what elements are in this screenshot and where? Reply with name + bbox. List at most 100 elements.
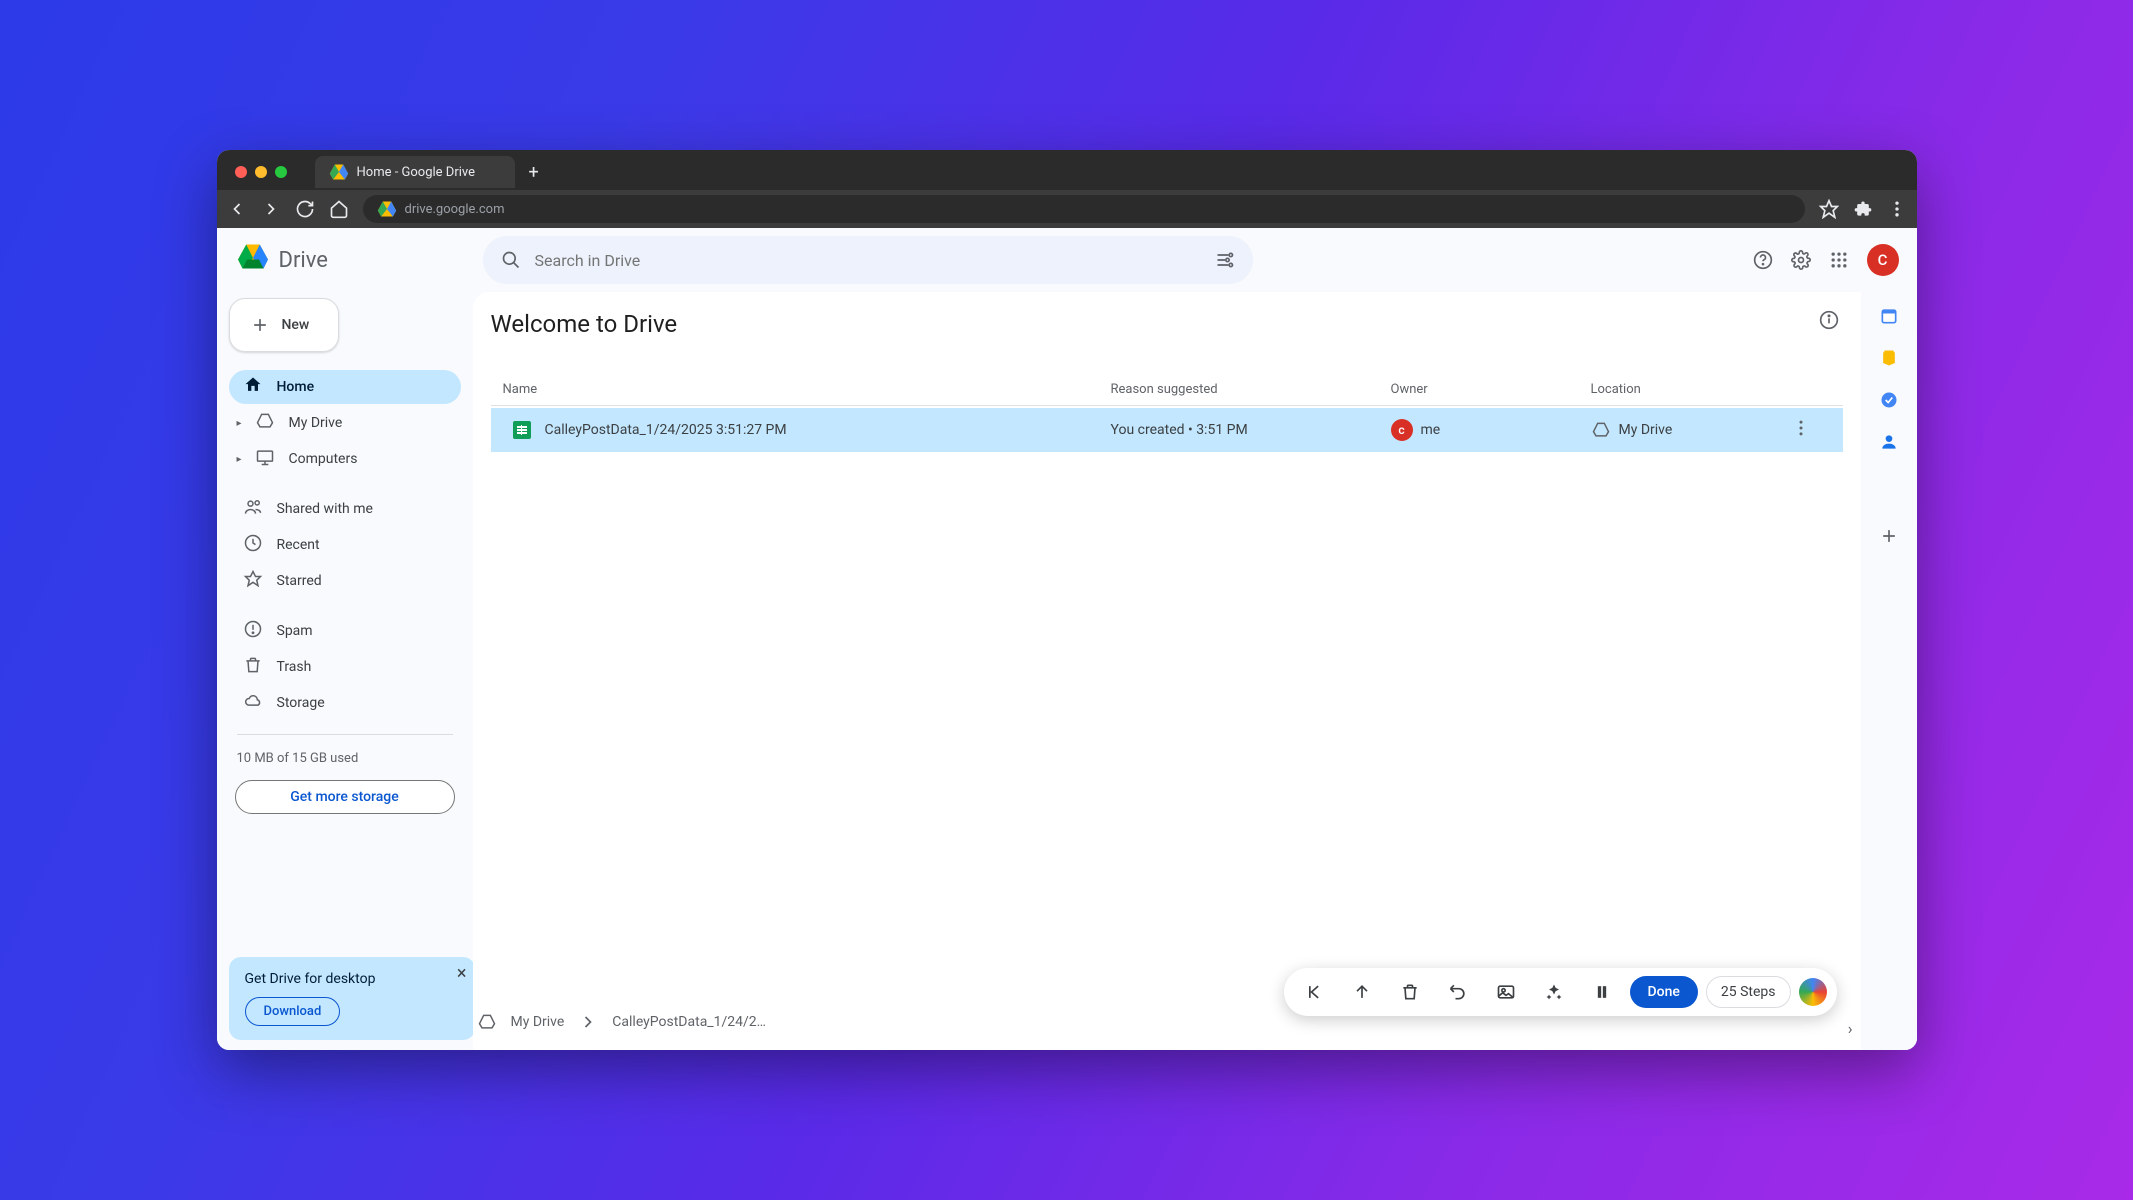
contacts-addon-icon[interactable] xyxy=(1879,432,1899,452)
browser-window: Home - Google Drive + drive.google.com D… xyxy=(217,150,1917,1050)
new-tab-button[interactable]: + xyxy=(529,162,539,183)
help-icon[interactable] xyxy=(1753,250,1773,270)
owner-name: me xyxy=(1421,422,1441,438)
sidebar-item-shared[interactable]: Shared with me xyxy=(229,492,461,526)
sidebar-item-label: Storage xyxy=(277,695,325,711)
sheets-file-icon xyxy=(513,421,531,439)
card-title: Get Drive for desktop xyxy=(245,971,459,987)
settings-gear-icon[interactable] xyxy=(1791,250,1811,270)
keep-addon-icon[interactable] xyxy=(1879,348,1899,368)
col-location: Location xyxy=(1591,382,1791,397)
breadcrumb-root[interactable]: My Drive xyxy=(511,1014,565,1030)
expand-chevron-icon[interactable]: ▸ xyxy=(237,418,247,429)
site-lock-icon xyxy=(377,199,397,219)
table-row[interactable]: CalleyPostData_1/24/2025 3:51:27 PM You … xyxy=(491,408,1843,452)
url-bar-right xyxy=(1819,199,1907,219)
location-cell[interactable]: My Drive xyxy=(1591,420,1791,440)
row-more-button[interactable] xyxy=(1791,418,1831,442)
trash-icon xyxy=(243,655,263,679)
reload-button[interactable] xyxy=(295,199,315,219)
browser-tab[interactable]: Home - Google Drive xyxy=(315,156,515,188)
app-body: New Home ▸ My Drive ▸ Computers Shared w… xyxy=(217,292,1917,1050)
breadcrumb-drive-icon xyxy=(477,1012,497,1032)
search-icon xyxy=(501,250,521,270)
search-input[interactable] xyxy=(535,251,1201,270)
tab-bar: Home - Google Drive + xyxy=(217,150,1917,190)
new-button[interactable]: New xyxy=(229,298,339,352)
floating-action-bar: Done 25 Steps xyxy=(1284,968,1837,1016)
maximize-window-button[interactable] xyxy=(275,166,287,178)
col-name: Name xyxy=(503,382,1111,397)
tasks-addon-icon[interactable] xyxy=(1879,390,1899,410)
main-content: Welcome to Drive Name Reason suggested O… xyxy=(473,292,1861,1050)
undo-button[interactable] xyxy=(1438,972,1478,1012)
bookmark-star-icon[interactable] xyxy=(1819,199,1839,219)
sidebar-item-label: Computers xyxy=(289,451,358,467)
sidebar-item-spam[interactable]: Spam xyxy=(229,614,461,648)
home-icon xyxy=(243,375,263,399)
minimize-window-button[interactable] xyxy=(255,166,267,178)
blur-button[interactable] xyxy=(1534,972,1574,1012)
image-button[interactable] xyxy=(1486,972,1526,1012)
extensions-icon[interactable] xyxy=(1853,199,1873,219)
sidebar-item-trash[interactable]: Trash xyxy=(229,650,461,684)
sidebar-item-starred[interactable]: Starred xyxy=(229,564,461,598)
computer-icon xyxy=(255,447,275,471)
account-avatar[interactable]: C xyxy=(1867,244,1899,276)
browser-menu-icon[interactable] xyxy=(1887,199,1907,219)
search-bar[interactable] xyxy=(483,236,1253,284)
sidebar-item-label: Trash xyxy=(277,659,312,675)
sidebar: New Home ▸ My Drive ▸ Computers Shared w… xyxy=(217,292,473,1050)
breadcrumb-current[interactable]: CalleyPostData_1/24/2… xyxy=(612,1014,766,1030)
google-apps-icon[interactable] xyxy=(1829,250,1849,270)
drive-header: Drive C xyxy=(217,228,1917,292)
header-actions: C xyxy=(1753,244,1899,276)
pause-button[interactable] xyxy=(1582,972,1622,1012)
sidebar-item-recent[interactable]: Recent xyxy=(229,528,461,562)
owner-avatar: c xyxy=(1391,419,1413,441)
back-button[interactable] xyxy=(227,199,247,219)
expand-chevron-icon[interactable]: ▸ xyxy=(237,454,247,465)
col-reason: Reason suggested xyxy=(1111,382,1391,397)
forward-button[interactable] xyxy=(261,199,281,219)
page-title: Welcome to Drive xyxy=(491,310,1843,338)
url-bar: drive.google.com xyxy=(217,190,1917,228)
address-bar[interactable]: drive.google.com xyxy=(363,195,1805,223)
location-name: My Drive xyxy=(1619,422,1673,438)
breadcrumb: My Drive CalleyPostData_1/24/2… xyxy=(473,1012,767,1032)
sidebar-item-label: Spam xyxy=(277,623,313,639)
side-panel xyxy=(1861,292,1917,1050)
reason-cell: You created • 3:51 PM xyxy=(1111,422,1391,438)
get-more-storage-button[interactable]: Get more storage xyxy=(235,780,455,814)
tab-title: Home - Google Drive xyxy=(357,165,476,180)
delete-button[interactable] xyxy=(1390,972,1430,1012)
app-name: Drive xyxy=(279,248,328,273)
add-addon-button[interactable] xyxy=(1879,526,1899,546)
sidebar-item-home[interactable]: Home xyxy=(229,370,461,404)
star-icon xyxy=(243,569,263,593)
steps-button[interactable]: 25 Steps xyxy=(1706,976,1791,1008)
calendar-addon-icon[interactable] xyxy=(1879,306,1899,326)
browser-chrome: Home - Google Drive + drive.google.com xyxy=(217,150,1917,228)
download-button[interactable]: Download xyxy=(245,997,341,1026)
info-button[interactable] xyxy=(1819,310,1839,334)
close-card-button[interactable]: × xyxy=(457,963,467,984)
drive-folder-icon xyxy=(255,411,275,435)
sidebar-item-storage[interactable]: Storage xyxy=(229,686,461,720)
drive-logo[interactable]: Drive xyxy=(235,240,465,280)
search-options-icon[interactable] xyxy=(1215,250,1235,270)
sidebar-item-label: Shared with me xyxy=(277,501,373,517)
go-to-start-button[interactable] xyxy=(1294,972,1334,1012)
drive-logo-icon xyxy=(235,240,271,276)
sidebar-item-my-drive[interactable]: ▸ My Drive xyxy=(229,406,461,440)
sidebar-item-computers[interactable]: ▸ Computers xyxy=(229,442,461,476)
done-button[interactable]: Done xyxy=(1630,976,1698,1008)
drive-favicon-icon xyxy=(329,162,349,182)
recorder-brand-icon[interactable] xyxy=(1799,978,1827,1006)
home-button[interactable] xyxy=(329,199,349,219)
divider xyxy=(237,734,453,735)
spam-icon xyxy=(243,619,263,643)
up-button[interactable] xyxy=(1342,972,1382,1012)
close-window-button[interactable] xyxy=(235,166,247,178)
expand-side-panel-button[interactable]: › xyxy=(1848,1019,1853,1038)
